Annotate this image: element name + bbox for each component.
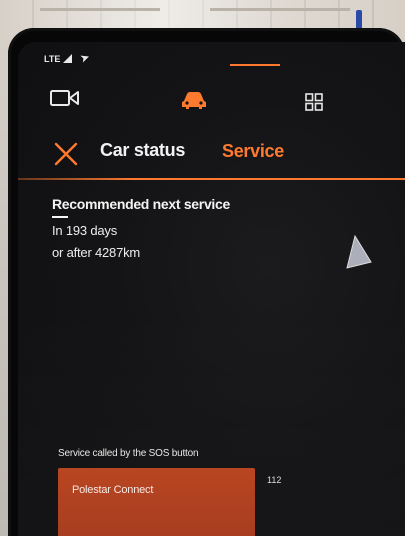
location-arrow-icon: ➤ xyxy=(79,51,92,66)
service-heading: Recommended next service xyxy=(52,196,230,212)
polestar-connect-label: Polestar Connect xyxy=(72,484,154,496)
grid-icon[interactable] xyxy=(305,93,323,111)
service-distance: or after 4287km xyxy=(52,245,141,260)
page-title: Car status xyxy=(100,140,186,160)
active-nav-indicator xyxy=(230,64,280,66)
heading-underline xyxy=(52,216,68,218)
camera-icon[interactable] xyxy=(50,88,80,108)
ceiling-beam xyxy=(210,8,350,11)
tab-service[interactable]: Service xyxy=(222,141,284,162)
photo-frame: LTE ➤ Car status Service Recommended nex… xyxy=(0,0,405,536)
service-days: In 193 days xyxy=(52,223,118,238)
car-icon[interactable] xyxy=(180,90,208,110)
sos-label: Service called by the SOS button xyxy=(58,448,199,459)
polestar-connect-button[interactable]: Polestar Connect xyxy=(58,468,255,536)
status-bar: LTE ➤ xyxy=(44,51,92,66)
network-label: LTE xyxy=(44,53,61,64)
call-number[interactable]: 112 xyxy=(267,475,281,485)
mouse-pointer-icon xyxy=(346,234,372,269)
ceiling-beam xyxy=(40,8,160,11)
header-divider xyxy=(18,178,405,180)
signal-icon xyxy=(63,54,73,63)
close-icon[interactable] xyxy=(54,142,78,166)
